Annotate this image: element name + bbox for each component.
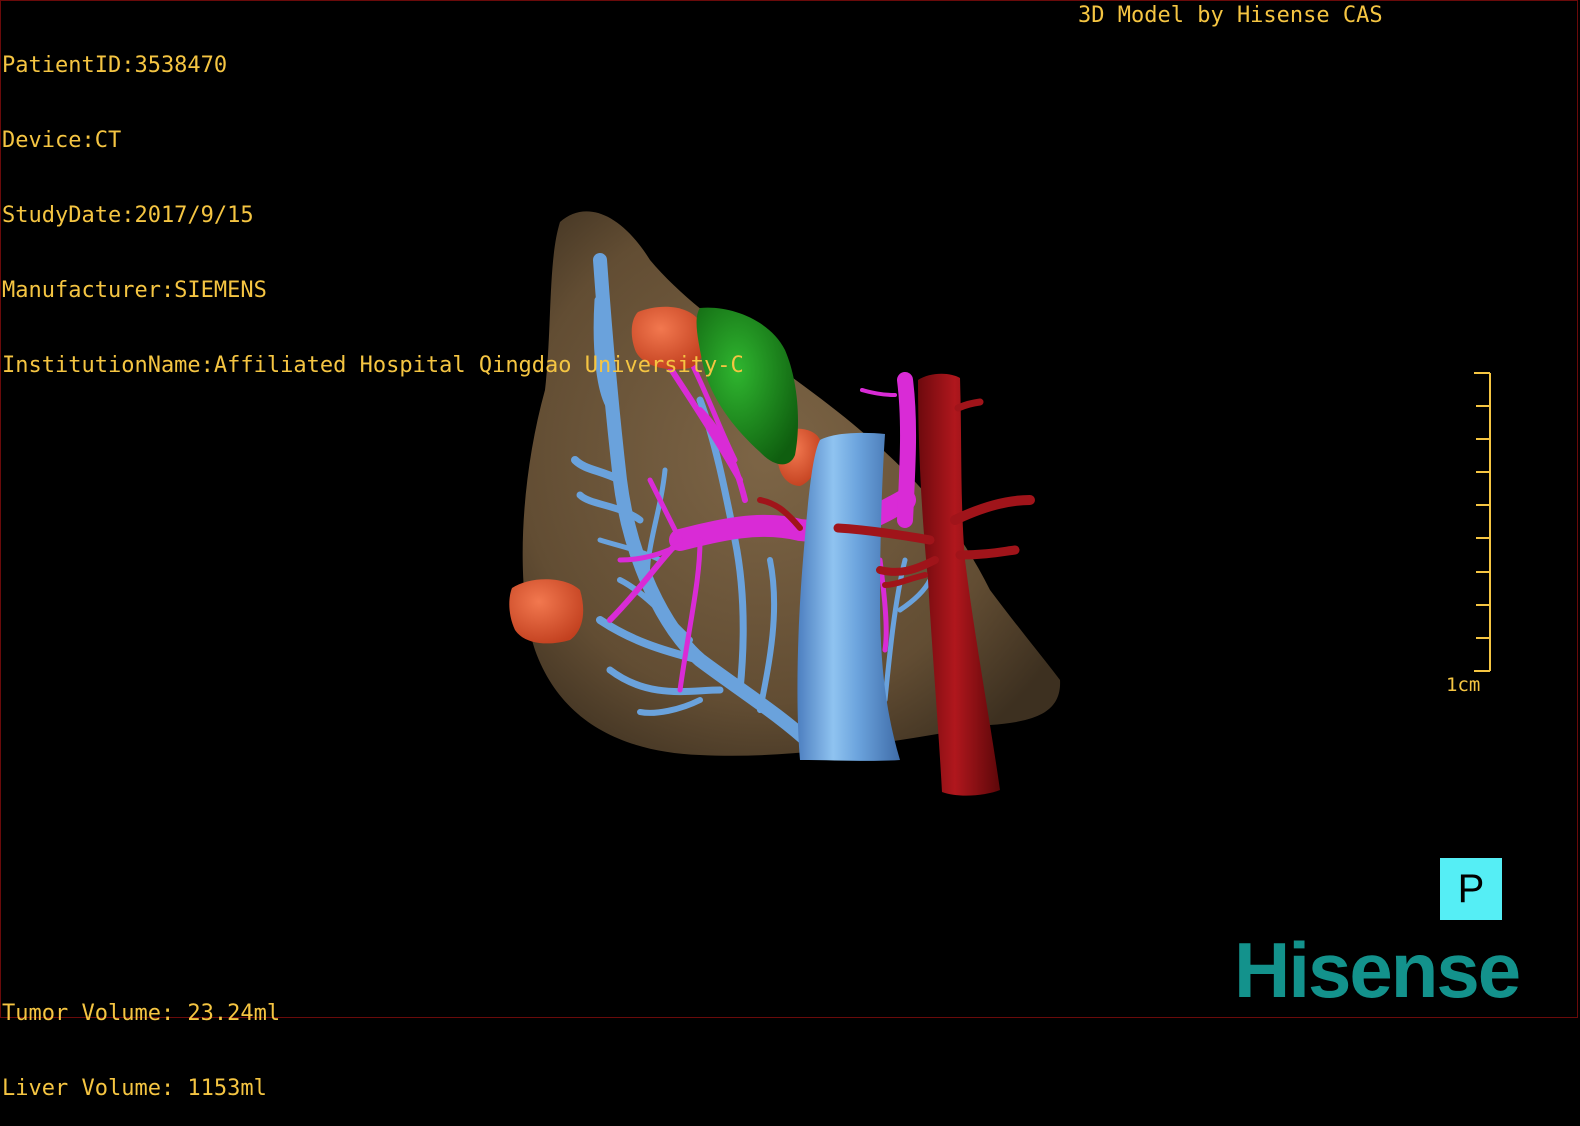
posterior-view-button[interactable]: P — [1440, 858, 1502, 920]
liver-volume-text: Liver Volume: 1153ml — [2, 1076, 267, 1101]
scale-bar-label: 1cm — [1446, 674, 1481, 696]
patient-info-panel: PatientID:3538470 Device:CT StudyDate:20… — [2, 3, 744, 403]
manufacturer-text: Manufacturer:SIEMENS — [2, 278, 267, 303]
tumor-2 — [509, 579, 584, 644]
study-date-text: StudyDate:2017/9/15 — [2, 203, 254, 228]
scale-bar — [1474, 372, 1491, 672]
hisense-logo: Hisense — [1234, 926, 1521, 1014]
tumor-volume-text: Tumor Volume: 23.24ml — [2, 1001, 281, 1026]
model-credit-text: 3D Model by Hisense CAS — [1078, 3, 1383, 28]
patient-id-text: PatientID:3538470 — [2, 53, 228, 78]
device-text: Device:CT — [2, 128, 122, 153]
volume-info-panel: Tumor Volume: 23.24ml Liver Volume: 1153… — [2, 951, 280, 1126]
institution-text: InstitutionName:Affiliated Hospital Qing… — [2, 353, 744, 378]
